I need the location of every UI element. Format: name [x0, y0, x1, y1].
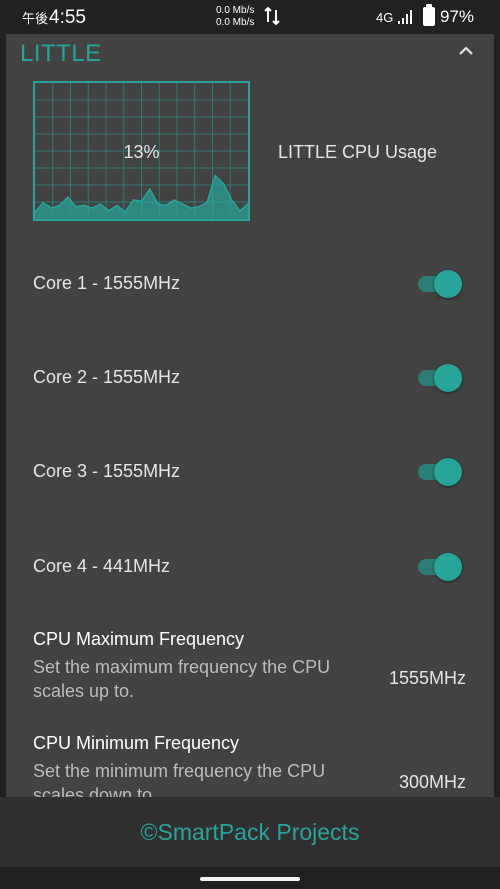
max-frequency-title: CPU Maximum Frequency — [33, 629, 245, 649]
cpu-usage-percent: 13% — [123, 142, 160, 162]
core-1-toggle[interactable] — [416, 269, 462, 298]
network-speed: 0.0 Mb/s 0.0 Mb/s — [216, 5, 254, 29]
download-speed: 0.0 Mb/s — [216, 17, 255, 28]
min-frequency-setting[interactable]: CPU Minimum Frequency Set the minimum fr… — [6, 733, 494, 797]
max-frequency-description: Set the maximum frequency the CPU scales… — [33, 657, 331, 701]
clock-time: 4:55 — [49, 7, 86, 28]
core-2-toggle[interactable] — [416, 363, 462, 392]
core-3-row[interactable]: Core 3 - 1555MHz — [6, 451, 494, 491]
core-label: Core 1 - 1555MHz — [33, 273, 181, 293]
max-frequency-setting[interactable]: CPU Maximum Frequency Set the maximum fr… — [6, 629, 494, 719]
core-3-toggle[interactable] — [416, 457, 462, 486]
upload-speed: 0.0 Mb/s — [216, 5, 255, 16]
battery-percent: 97% — [440, 7, 475, 26]
max-frequency-value: 1555MHz — [388, 668, 466, 688]
signal-icon — [398, 10, 412, 24]
core-4-row[interactable]: Core 4 - 441MHz — [6, 546, 494, 586]
cpu-usage-graph: 13% — [33, 81, 250, 221]
clock-ampm: 午後 — [22, 11, 49, 26]
home-indicator[interactable] — [200, 877, 300, 881]
battery-icon — [423, 4, 435, 26]
core-label: Core 2 - 1555MHz — [33, 367, 181, 387]
footer: ©SmartPack Projects — [0, 797, 500, 867]
little-cluster-card: LITTLE 13% LITTLE CPU Usage Core 1 - 155… — [6, 34, 494, 797]
min-frequency-description: Set the minimum frequency the CPU scales… — [33, 761, 326, 797]
network-type: 4G — [376, 10, 394, 25]
chevron-up-icon[interactable] — [456, 41, 476, 61]
switch-thumb — [434, 553, 462, 581]
navigation-bar — [0, 867, 500, 889]
clock: 午後 4:55 — [22, 7, 86, 29]
status-bar: 午後 4:55 0.0 Mb/s 0.0 Mb/s 4G 97% — [0, 0, 500, 34]
switch-thumb — [434, 270, 462, 298]
data-transfer-icon — [264, 6, 280, 26]
min-frequency-value: 300MHz — [398, 772, 466, 792]
switch-thumb — [434, 364, 462, 392]
core-label: Core 4 - 441MHz — [33, 556, 171, 576]
core-label: Core 3 - 1555MHz — [33, 461, 181, 481]
cpu-usage-label: LITTLE CPU Usage — [278, 142, 438, 162]
core-2-row[interactable]: Core 2 - 1555MHz — [6, 357, 494, 397]
footer-link[interactable]: ©SmartPack Projects — [0, 819, 500, 846]
core-1-row[interactable]: Core 1 - 1555MHz — [6, 263, 494, 303]
min-frequency-title: CPU Minimum Frequency — [33, 733, 240, 753]
core-4-toggle[interactable] — [416, 552, 462, 581]
switch-thumb — [434, 458, 462, 486]
card-title: LITTLE — [20, 40, 102, 67]
